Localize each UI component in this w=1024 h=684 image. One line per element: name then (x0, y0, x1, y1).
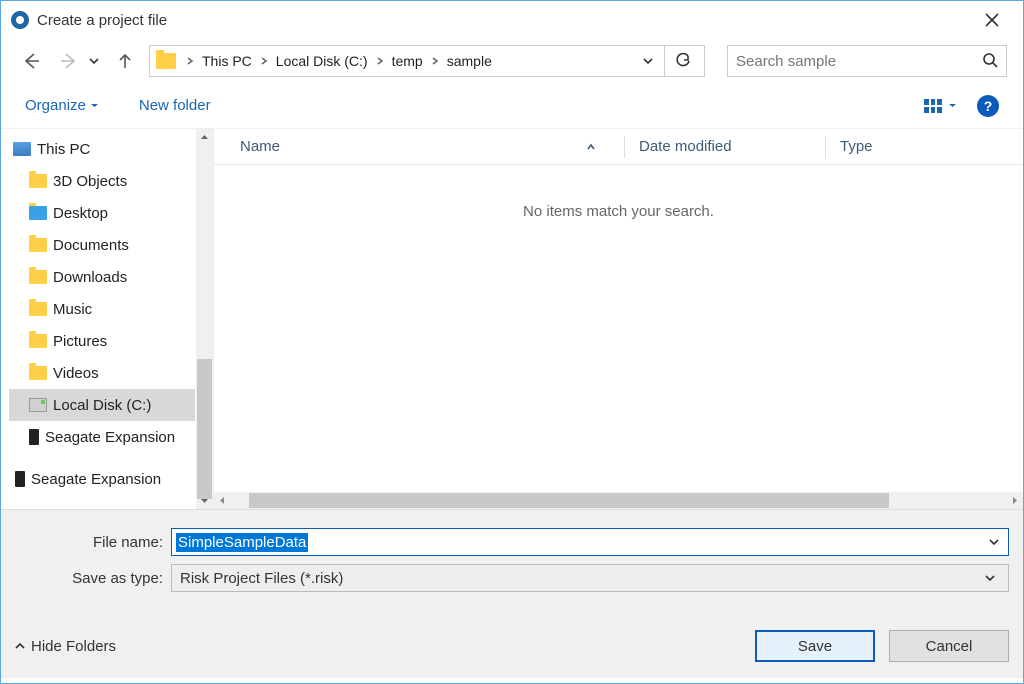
organize-label: Organize (25, 97, 86, 114)
crumb-this-pc[interactable]: This PC (198, 49, 256, 73)
folder-icon (29, 302, 47, 316)
folder-icon (29, 206, 47, 220)
save-form: File name: SimpleSampleData Save as type… (1, 509, 1023, 678)
search-icon (982, 52, 998, 71)
column-date[interactable]: Date modified (625, 138, 825, 155)
chevron-down-icon (642, 55, 654, 67)
scroll-down-button[interactable] (196, 492, 213, 509)
scrollbar-thumb[interactable] (249, 493, 889, 508)
organize-button[interactable]: Organize (25, 97, 99, 114)
column-type[interactable]: Type (826, 138, 1023, 155)
pc-icon (13, 142, 31, 156)
disk-icon (29, 398, 47, 412)
refresh-button[interactable] (664, 45, 700, 77)
external-drive-icon (29, 429, 39, 445)
window-title: Create a project file (37, 12, 969, 29)
view-options-button[interactable] (924, 99, 957, 113)
horizontal-scrollbar[interactable] (214, 492, 1023, 509)
column-name[interactable]: Name (214, 138, 624, 155)
hide-folders-button[interactable]: Hide Folders (15, 638, 116, 655)
scroll-right-button[interactable] (1006, 496, 1023, 505)
nav-up-button[interactable] (111, 47, 139, 75)
folder-icon (29, 270, 47, 284)
cancel-button[interactable]: Cancel (889, 630, 1009, 662)
arrow-right-icon (60, 52, 78, 70)
file-list-area: Name Date modified Type No items match y… (213, 129, 1023, 509)
nav-back-button[interactable] (17, 47, 45, 75)
filename-dropdown-button[interactable] (984, 537, 1004, 547)
filetype-value: Risk Project Files (*.risk) (180, 570, 343, 587)
external-drive-icon (15, 471, 25, 487)
tree-item-local-disk[interactable]: Local Disk (C:) (9, 389, 195, 421)
sidebar-scrollbar[interactable] (196, 129, 213, 509)
search-box[interactable] (727, 45, 1007, 77)
refresh-icon (675, 53, 691, 69)
chevron-right-icon (427, 57, 443, 65)
crumb-temp[interactable]: temp (388, 49, 427, 73)
nav-bar: This PC Local Disk (C:) temp sample (1, 39, 1023, 83)
chevron-right-icon (182, 57, 198, 65)
tree-item-videos[interactable]: Videos (9, 357, 195, 389)
new-folder-label: New folder (139, 97, 211, 114)
new-folder-button[interactable]: New folder (139, 97, 211, 114)
title-bar: Create a project file (1, 1, 1023, 39)
tree-item-seagate-2[interactable]: Seagate Expansion (9, 463, 195, 495)
close-button[interactable] (969, 4, 1015, 36)
tree-item-downloads[interactable]: Downloads (9, 261, 195, 293)
dialog-footer: Hide Folders Save Cancel (15, 630, 1009, 662)
tree-item-3d-objects[interactable]: 3D Objects (9, 165, 195, 197)
scroll-left-button[interactable] (214, 496, 231, 505)
crumb-disk[interactable]: Local Disk (C:) (272, 49, 372, 73)
chevron-down-icon (90, 97, 99, 114)
recent-locations-button[interactable] (87, 56, 101, 66)
search-input[interactable] (736, 53, 982, 70)
view-grid-icon (924, 99, 942, 113)
close-icon (985, 13, 999, 27)
chevron-right-icon (256, 57, 272, 65)
chevron-down-icon (989, 537, 999, 547)
save-button[interactable]: Save (755, 630, 875, 662)
column-headers: Name Date modified Type (214, 129, 1023, 165)
chevron-down-icon (89, 56, 99, 66)
arrow-up-icon (117, 53, 133, 69)
filename-input[interactable]: SimpleSampleData (171, 528, 1009, 556)
scrollbar-thumb[interactable] (197, 359, 212, 499)
tree-item-desktop[interactable]: Desktop (9, 197, 195, 229)
app-icon (11, 11, 29, 29)
filetype-dropdown-button[interactable] (980, 573, 1000, 583)
sort-ascending-icon (586, 142, 596, 152)
file-browser-body: This PC 3D Objects Desktop Documents Dow… (1, 129, 1023, 509)
scroll-up-button[interactable] (196, 129, 213, 146)
folder-icon (156, 53, 176, 69)
help-button[interactable]: ? (977, 95, 999, 117)
tree-item-seagate[interactable]: Seagate Expansion (9, 421, 195, 453)
arrow-left-icon (22, 52, 40, 70)
chevron-right-icon (372, 57, 388, 65)
type-label: Save as type: (15, 570, 171, 587)
chevron-down-icon (948, 101, 957, 110)
chevron-up-icon (15, 641, 25, 651)
folder-tree: This PC 3D Objects Desktop Documents Dow… (1, 133, 213, 495)
empty-list-message: No items match your search. (214, 165, 1023, 492)
folder-icon (29, 334, 47, 348)
folder-icon (29, 366, 47, 380)
folder-icon (29, 174, 47, 188)
tree-item-this-pc[interactable]: This PC (9, 133, 195, 165)
tree-item-pictures[interactable]: Pictures (9, 325, 195, 357)
breadcrumb-dropdown-button[interactable] (636, 55, 660, 67)
sidebar: This PC 3D Objects Desktop Documents Dow… (1, 129, 213, 509)
filename-value: SimpleSampleData (176, 533, 308, 552)
tree-item-music[interactable]: Music (9, 293, 195, 325)
toolbar: Organize New folder ? (1, 83, 1023, 129)
filetype-select[interactable]: Risk Project Files (*.risk) (171, 564, 1009, 592)
filename-label: File name: (15, 534, 171, 551)
folder-icon (29, 238, 47, 252)
breadcrumb-bar[interactable]: This PC Local Disk (C:) temp sample (149, 45, 705, 77)
nav-forward-button[interactable] (55, 47, 83, 75)
crumb-sample[interactable]: sample (443, 49, 496, 73)
tree-item-documents[interactable]: Documents (9, 229, 195, 261)
chevron-down-icon (985, 573, 995, 583)
